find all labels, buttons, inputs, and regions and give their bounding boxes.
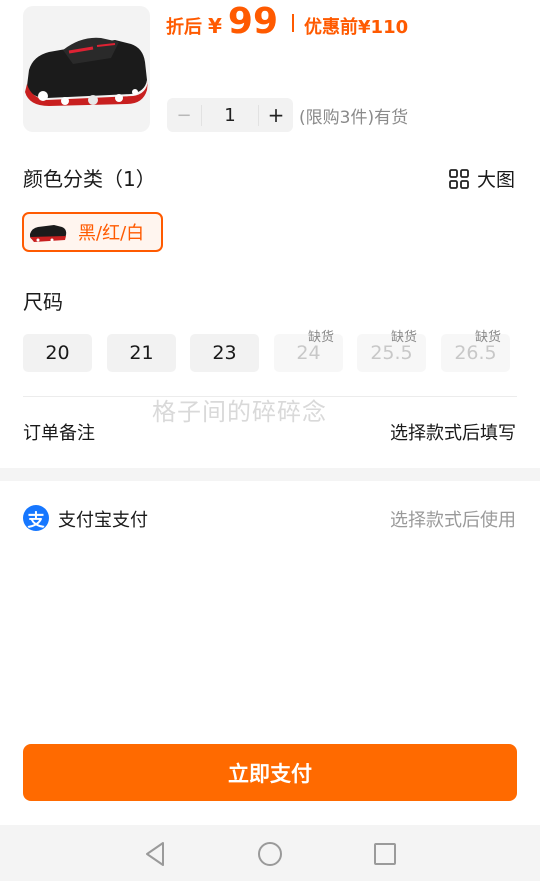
out-of-stock-tag: 缺货 bbox=[475, 330, 502, 345]
size-label: 24 bbox=[296, 342, 321, 364]
size-label: 21 bbox=[129, 342, 154, 364]
increment-button[interactable]: + bbox=[259, 103, 293, 127]
price-separator bbox=[292, 14, 295, 32]
decrement-button[interactable]: − bbox=[167, 105, 201, 126]
size-section-title: 尺码 bbox=[23, 290, 63, 314]
size-label: 23 bbox=[212, 342, 237, 364]
color-section-title: 颜色分类（1） bbox=[23, 167, 156, 191]
size-option-21[interactable]: 21 bbox=[107, 334, 176, 372]
system-nav-bar bbox=[0, 825, 540, 881]
price-row: 折后 ¥ 99 优惠前 ¥110 bbox=[166, 4, 408, 42]
size-option-20[interactable]: 20 bbox=[23, 334, 92, 372]
quantity-value[interactable]: 1 bbox=[201, 104, 259, 126]
product-thumbnail[interactable] bbox=[23, 6, 150, 132]
quantity-stepper: − 1 + bbox=[167, 98, 293, 132]
original-price-label: 优惠前 bbox=[304, 17, 359, 38]
discount-price: 99 bbox=[227, 1, 279, 42]
price-label: 折后 bbox=[166, 17, 202, 38]
color-option-label: 黑/红/白 bbox=[78, 223, 145, 244]
order-remark-label: 订单备注 bbox=[23, 423, 95, 444]
big-image-label: 大图 bbox=[476, 169, 515, 191]
color-option-thumbnail bbox=[30, 225, 67, 242]
size-label: 26.5 bbox=[454, 342, 497, 364]
recent-apps-icon[interactable] bbox=[370, 839, 400, 869]
watermark: 格子间的碎碎念 bbox=[152, 398, 327, 426]
pay-now-button[interactable]: 立即支付 bbox=[23, 744, 517, 801]
original-price: ¥110 bbox=[358, 17, 409, 38]
section-gap bbox=[0, 468, 540, 481]
sandal-image bbox=[25, 37, 148, 106]
payment-hint: 选择款式后使用 bbox=[390, 510, 516, 531]
out-of-stock-tag: 缺货 bbox=[308, 330, 335, 345]
big-image-toggle[interactable]: 大图 bbox=[449, 165, 515, 192]
back-icon[interactable] bbox=[140, 839, 170, 869]
color-option-chip[interactable]: 黑/红/白 bbox=[22, 212, 163, 252]
payment-method-label[interactable]: 支付宝支付 bbox=[58, 506, 148, 532]
order-remark-value[interactable]: 选择款式后填写 bbox=[390, 419, 516, 445]
stock-note: (限购3件)有货 bbox=[299, 108, 409, 128]
size-option-23[interactable]: 23 bbox=[190, 334, 259, 372]
currency-symbol: ¥ bbox=[208, 14, 222, 38]
grid-icon bbox=[449, 168, 469, 189]
alipay-icon: 支 bbox=[23, 505, 49, 531]
home-icon[interactable] bbox=[255, 839, 285, 869]
size-label: 20 bbox=[45, 342, 70, 364]
size-label: 25.5 bbox=[370, 342, 413, 364]
out-of-stock-tag: 缺货 bbox=[391, 330, 418, 345]
